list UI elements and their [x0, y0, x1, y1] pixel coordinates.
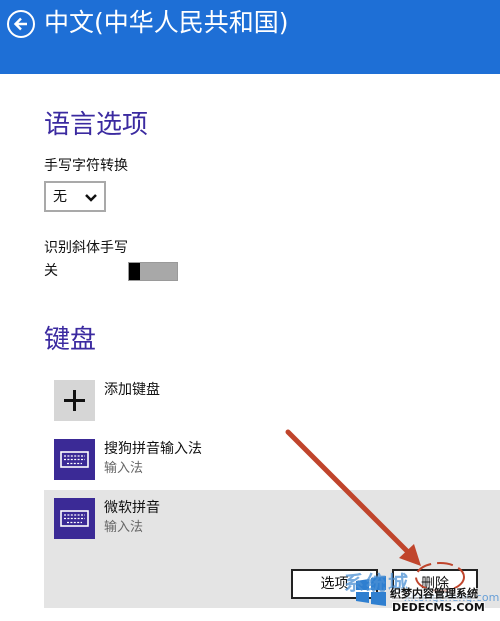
plus-icon: [64, 390, 85, 411]
add-keyboard-button[interactable]: 添加键盘: [44, 372, 500, 430]
microsoft-pinyin-keyboard-tile: [54, 498, 95, 539]
keyboard-heading: 键盘: [44, 325, 97, 355]
italic-handwriting-toggle[interactable]: [128, 262, 178, 281]
watermark-site-en: DEDECMS.COM: [392, 601, 485, 614]
back-button[interactable]: [7, 10, 35, 38]
page-title: 中文(中华人民共和国): [44, 8, 289, 37]
chevron-down-icon: [85, 194, 97, 202]
keyboard-item-sogou[interactable]: 搜狗拼音输入法 输入法: [44, 431, 500, 489]
keyboard-item-name: 搜狗拼音输入法: [104, 441, 202, 457]
toggle-thumb: [129, 263, 140, 280]
add-keyboard-label: 添加键盘: [104, 382, 160, 398]
keyboard-icon: [60, 510, 89, 527]
italic-handwriting-label: 识别斜体手写: [44, 240, 128, 256]
italic-handwriting-state: 关: [44, 263, 58, 279]
watermark-site-cn: 织梦内容管理系统: [390, 587, 478, 600]
handwriting-conversion-label: 手写字符转换: [44, 158, 128, 174]
handwriting-conversion-value: 无: [53, 189, 67, 205]
add-keyboard-tile: [54, 380, 95, 421]
keyboard-item-type: 输入法: [104, 461, 144, 476]
keyboard-icon: [60, 451, 89, 468]
back-arrow-icon: [13, 17, 27, 31]
header-bar: 中文(中华人民共和国): [0, 0, 500, 74]
keyboard-item-type: 输入法: [104, 520, 144, 535]
sogou-keyboard-tile: [54, 439, 95, 480]
keyboard-item-name: 微软拼音: [104, 500, 160, 516]
language-options-heading: 语言选项: [44, 110, 149, 140]
handwriting-conversion-select[interactable]: 无: [44, 181, 106, 212]
